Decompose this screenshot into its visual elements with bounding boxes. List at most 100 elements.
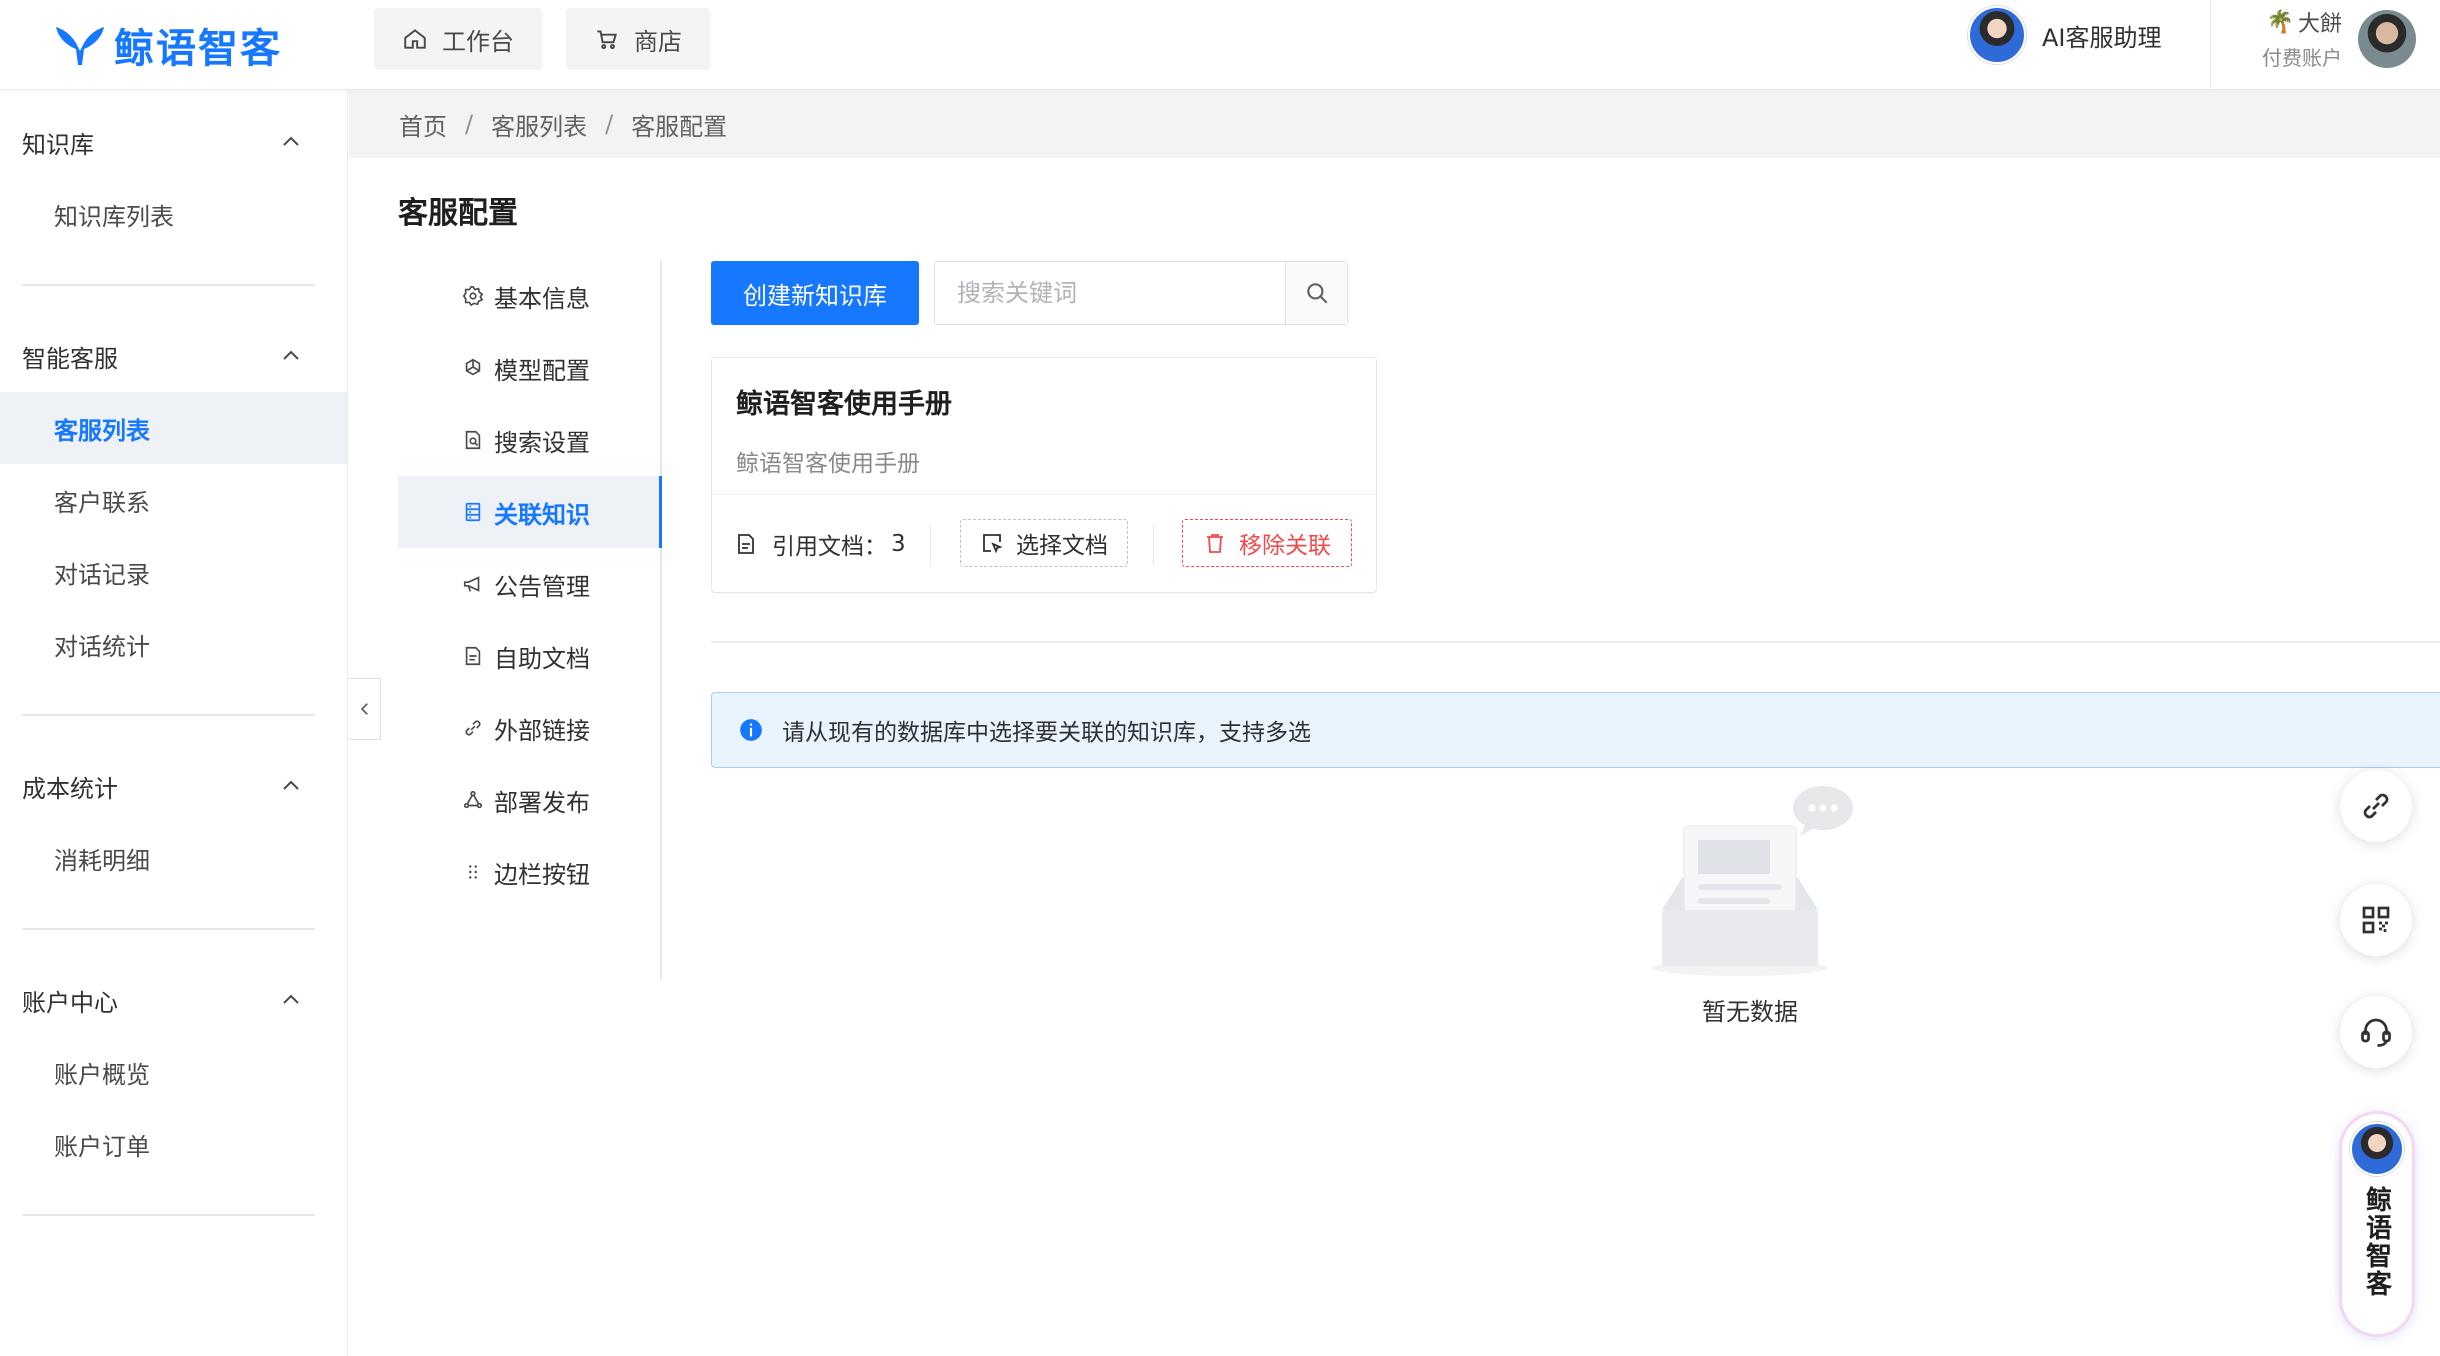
home-icon — [404, 29, 426, 49]
breadcrumb-separator: / — [605, 110, 614, 138]
float-chatbot-button[interactable]: 鲸语智客 — [2342, 1114, 2412, 1334]
sidebar-group-service: 智能客服 客服列表 客户联系 对话记录 对话统计 — [0, 320, 347, 680]
menu-deploy[interactable]: 部署发布 — [398, 764, 660, 836]
choose-document-button[interactable]: 选择文档 — [960, 519, 1128, 567]
sidebar-item-account-overview[interactable]: 账户概览 — [0, 1036, 347, 1108]
info-icon — [740, 719, 762, 741]
sidebar-item-usage-detail[interactable]: 消耗明细 — [0, 822, 347, 894]
knowledge-base-title: 鲸语智客使用手册 — [736, 389, 952, 420]
breadcrumb-service-list[interactable]: 客服列表 — [491, 107, 587, 142]
sidebar-divider — [22, 1214, 315, 1216]
store-button[interactable]: 商店 — [566, 8, 710, 70]
sidebar-item-account-orders[interactable]: 账户订单 — [0, 1108, 347, 1180]
top-nav: 工作台 商店 — [374, 8, 710, 70]
user-info: 🌴 大餅 付费账户 — [2262, 6, 2342, 71]
assistant-avatar — [1968, 6, 2026, 64]
float-support-button[interactable] — [2340, 996, 2412, 1068]
sidebar-divider — [22, 714, 315, 716]
empty-text: 暂无数据 — [1702, 998, 1798, 1026]
qrcode-icon — [2362, 906, 2390, 934]
content-divider — [711, 641, 2440, 643]
sidebar-group-header[interactable]: 成本统计 — [0, 750, 347, 822]
menu-sidebar-buttons[interactable]: 边栏按钮 — [398, 836, 660, 908]
remove-link-button[interactable]: 移除关联 — [1182, 519, 1352, 567]
workbench-button[interactable]: 工作台 — [374, 8, 542, 70]
sidebar-item-chat-stats[interactable]: 对话统计 — [0, 608, 347, 680]
chevron-left-icon — [360, 703, 368, 715]
brand-logo[interactable]: 鲸语智客 — [52, 18, 282, 72]
create-knowledge-base-button[interactable]: 创建新知识库 — [711, 261, 919, 325]
chevron-up-icon — [283, 780, 299, 790]
sidebar-item-contacts[interactable]: 客户联系 — [0, 464, 347, 536]
float-link-button[interactable] — [2340, 770, 2412, 842]
menu-announcements[interactable]: 公告管理 — [398, 548, 660, 620]
sidebar-divider — [22, 284, 315, 286]
referenced-docs-count: 引用文档： 3 — [734, 527, 906, 561]
grip-dots-icon — [469, 865, 477, 879]
sidebar-group-header[interactable]: 账户中心 — [0, 964, 347, 1036]
chevron-up-icon — [283, 136, 299, 146]
search-icon — [1306, 283, 1328, 304]
empty-inbox-illustration — [1652, 786, 1853, 976]
breadcrumb-current: 客服配置 — [631, 112, 728, 141]
knowledge-base-card: 鲸语智客使用手册 鲸语智客使用手册 引用文档： 3 选择文档 移除关联 — [711, 357, 1377, 593]
openai-icon — [465, 358, 481, 376]
select-cursor-icon — [983, 534, 1003, 554]
breadcrumb-separator: / — [465, 110, 474, 138]
header-divider — [2210, 0, 2211, 90]
search-button[interactable] — [1285, 262, 1347, 324]
knowledge-base-description: 鲸语智客使用手册 — [736, 451, 920, 477]
file-icon — [738, 534, 754, 554]
user-name: 大餅 — [2297, 12, 2342, 37]
user-menu[interactable]: 🌴 大餅 付费账户 — [2262, 6, 2416, 71]
assistant-label: AI客服助理 — [2042, 23, 2162, 52]
deploy-nodes-icon — [463, 790, 483, 809]
sidebar-group-header[interactable]: 知识库 — [0, 106, 347, 178]
menu-linked-knowledge[interactable]: 关联知识 — [398, 476, 662, 548]
store-label: 商店 — [634, 27, 682, 56]
menu-basic-info[interactable]: 基本信息 — [398, 260, 660, 332]
link-icon — [2363, 793, 2389, 819]
chatbot-avatar — [2350, 1122, 2404, 1176]
sidebar-item-chat-logs[interactable]: 对话记录 — [0, 536, 347, 608]
whale-tail-icon — [56, 27, 104, 65]
float-qrcode-button[interactable] — [2340, 884, 2412, 956]
chatbot-label: 鲸语智客 — [2361, 1186, 2392, 1298]
search-box — [934, 261, 1348, 325]
chevron-up-icon — [283, 994, 299, 1004]
headset-icon — [2361, 1018, 2391, 1047]
palm-tree-icon: 🌴 — [2266, 9, 2294, 35]
database-icon — [465, 502, 481, 522]
sidebar-item-service-list[interactable]: 客服列表 — [0, 392, 347, 464]
search-input[interactable] — [935, 262, 1285, 324]
megaphone-icon — [463, 576, 480, 592]
document-icon — [465, 646, 481, 666]
sidebar-divider — [22, 928, 315, 930]
collapse-sidebar-button[interactable] — [349, 678, 381, 740]
alert-text: 请从现有的数据库中选择要关联的知识库，支持多选 — [782, 720, 1311, 746]
info-alert: 请从现有的数据库中选择要关联的知识库，支持多选 — [711, 692, 2440, 768]
config-menu: 基本信息 模型配置 搜索设置 关联知识 公告管理 自助文档 外部链接 部署发布 … — [398, 260, 662, 980]
footer-divider — [930, 525, 931, 565]
breadcrumb-home[interactable]: 首页 — [399, 107, 447, 142]
breadcrumb: 首页 / 客服列表 / 客服配置 — [349, 90, 2440, 158]
doc-search-icon — [465, 430, 481, 450]
footer-divider — [1153, 525, 1154, 565]
page-title: 客服配置 — [398, 196, 518, 231]
sidebar: 知识库 知识库列表 智能客服 客服列表 客户联系 对话记录 对话统计 成本统计 … — [0, 90, 348, 1356]
link-icon — [465, 720, 481, 736]
sidebar-group-header[interactable]: 智能客服 — [0, 320, 347, 392]
workbench-label: 工作台 — [442, 27, 514, 56]
menu-external-links[interactable]: 外部链接 — [398, 692, 660, 764]
sidebar-item-kb-list[interactable]: 知识库列表 — [0, 178, 347, 250]
top-header: 鲸语智客 工作台 商店 AI客服助理 🌴 大餅 付费账户 — [0, 0, 2440, 90]
user-avatar — [2358, 9, 2416, 68]
trash-icon — [1207, 534, 1223, 553]
menu-search-settings[interactable]: 搜索设置 — [398, 404, 660, 476]
user-plan: 付费账户 — [2262, 46, 2342, 70]
menu-self-help-docs[interactable]: 自助文档 — [398, 620, 660, 692]
chevron-up-icon — [283, 350, 299, 360]
menu-model-config[interactable]: 模型配置 — [398, 332, 660, 404]
ai-assistant-button[interactable]: AI客服助理 — [1968, 6, 2162, 64]
sidebar-group-cost: 成本统计 消耗明细 — [0, 750, 347, 894]
